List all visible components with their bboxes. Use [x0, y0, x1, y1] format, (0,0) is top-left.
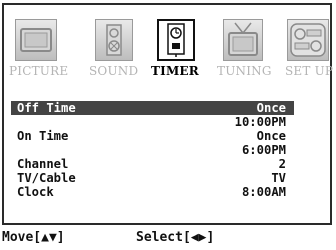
speaker-icon: [106, 24, 122, 56]
setting-value: TV: [271, 171, 286, 185]
setting-row-tv-cable[interactable]: TV/Cable TV: [11, 171, 294, 185]
setting-label: On Time: [17, 129, 69, 143]
setting-label: Off Time: [17, 101, 76, 115]
setting-label: TV/Cable: [17, 171, 76, 185]
move-hint: Move[▲▼]: [2, 230, 65, 245]
menu-tab-bar: PICTURE SOUND TIMER TUNING SET UP: [9, 19, 334, 81]
osd-menu-screen: PICTURE SOUND TIMER TUNING SET UP Off Ti…: [2, 3, 334, 225]
tab-label: SOUND: [89, 64, 139, 78]
setting-value: Once: [256, 101, 286, 115]
timer-icon: [167, 23, 185, 57]
tab-label: PICTURE: [9, 64, 69, 78]
setup-icon: [290, 23, 326, 57]
setting-row-channel[interactable]: Channel 2: [11, 157, 294, 171]
setting-value: 2: [278, 157, 286, 171]
timer-settings-list: Off Time Once 10:00PM On Time Once 6:00P…: [11, 101, 294, 199]
setting-row-off-time-clock[interactable]: 10:00PM: [11, 115, 294, 129]
setting-row-on-time[interactable]: On Time Once: [11, 129, 294, 143]
setting-value: 6:00PM: [241, 143, 286, 157]
setting-row-off-time[interactable]: Off Time Once: [11, 101, 294, 115]
picture-icon: [20, 28, 52, 52]
tab-label: TIMER: [151, 64, 199, 78]
setting-value: 10:00PM: [234, 115, 286, 129]
setting-label: Clock: [17, 185, 54, 199]
setting-value: 8:00AM: [241, 185, 286, 199]
tab-label: TUNING: [217, 64, 272, 78]
setting-row-on-time-clock[interactable]: 6:00PM: [11, 143, 294, 157]
tv-antenna-icon: [228, 22, 258, 56]
tab-label: SET UP: [285, 64, 334, 78]
setting-label: Channel: [17, 157, 69, 171]
select-hint: Select[◀▶]: [136, 230, 215, 245]
setting-row-clock[interactable]: Clock 8:00AM: [11, 185, 294, 199]
setting-value: Once: [256, 129, 286, 143]
